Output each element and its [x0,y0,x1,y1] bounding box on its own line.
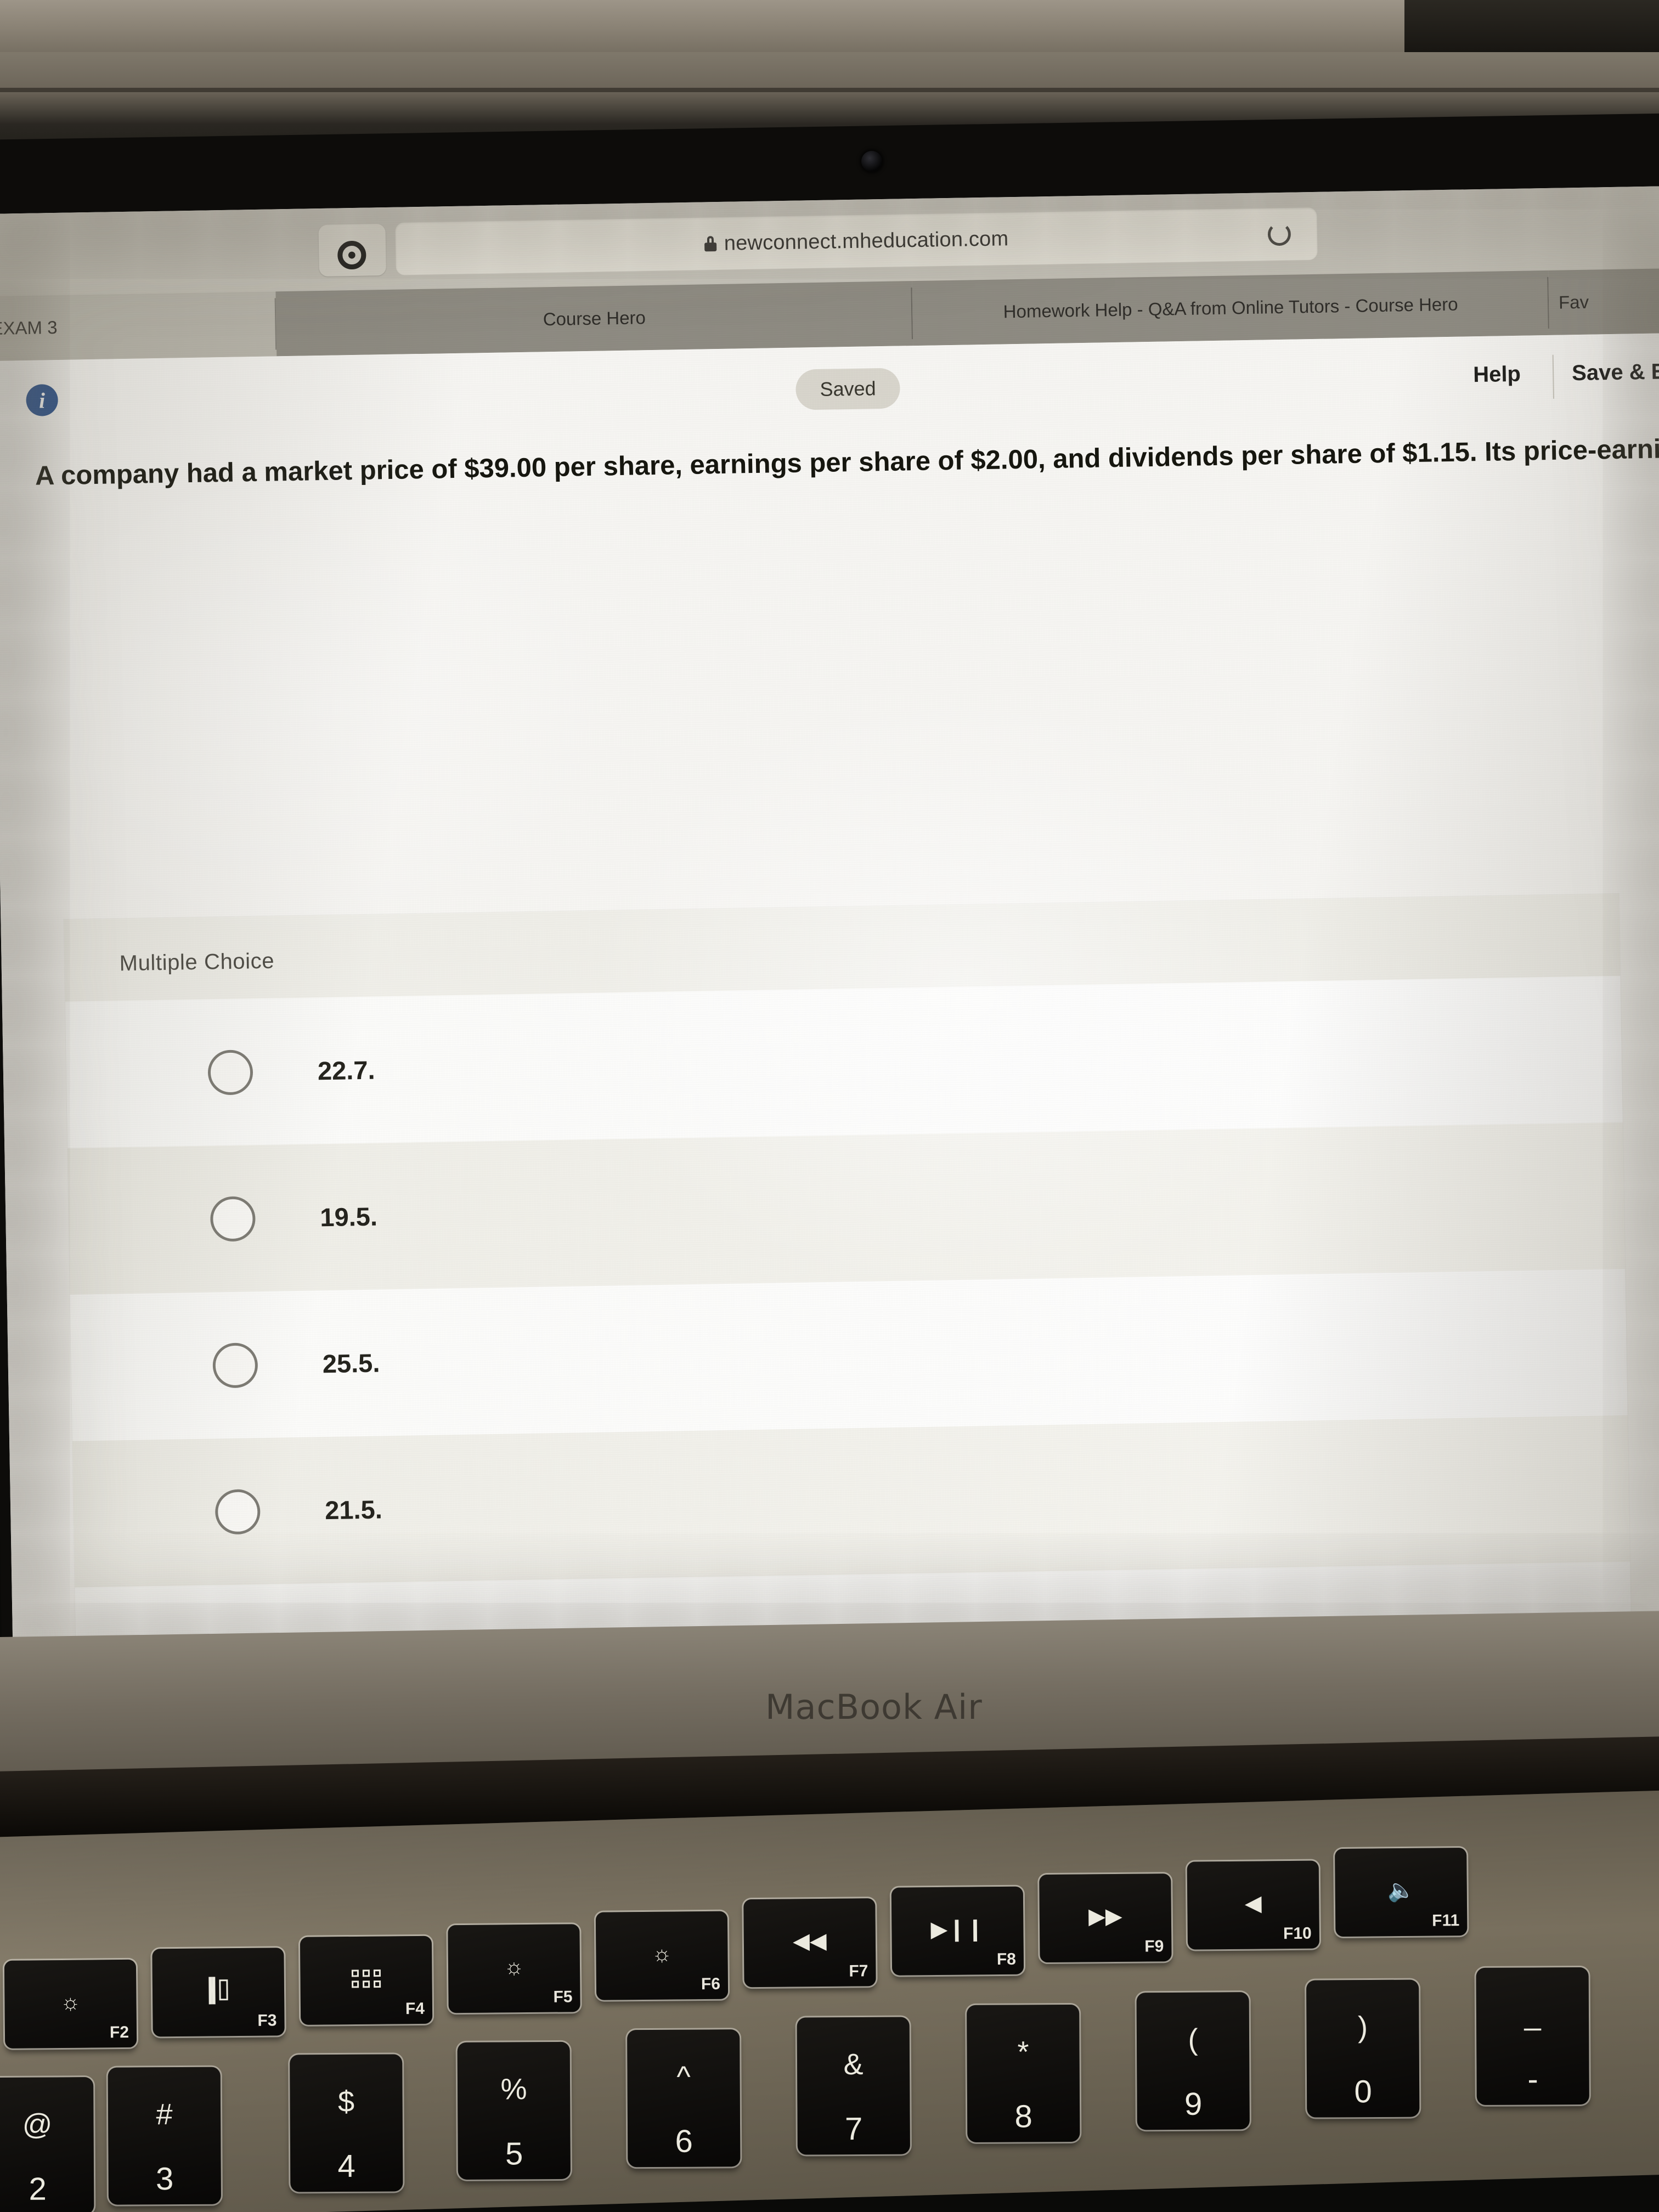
key-legend: F3 [257,2011,277,2030]
tab-label: Homework Help - Q&A from Online Tutors -… [1003,294,1458,322]
key-F5[interactable]: ☼ F5 [448,1924,580,2013]
key-F7[interactable]: ◀◀ F7 [743,1898,876,1988]
key-F10[interactable]: ◀ F10 [1187,1860,1320,1950]
mission-control-icon [208,1977,228,2005]
key-4[interactable]: $ 4 [290,2054,403,2192]
launchpad-icon [351,1969,381,1988]
keyboard-brightness-up-icon: ☼ [651,1942,672,1966]
key-shift-legend: ) [1357,2011,1368,2044]
options-list: 22.7. 19.5. 25.5. 21.5. [65,975,1633,1651]
answer-card: Multiple Choice 22.7. 19.5. 25.5. 21.5. [64,893,1634,1651]
photo-scene: newconnect.mheducation.com EXAM 3 Course… [0,0,1659,2212]
mute-icon: ◀ [1244,1891,1262,1916]
lid-seam [0,88,1659,92]
key-shift-legend: @ [22,2108,53,2141]
volume-down-icon: 🔈 [1387,1878,1415,1903]
key-shift-legend: _ [1524,1998,1541,2032]
header-divider [1552,354,1554,399]
option-row[interactable]: 21.5. [72,1415,1630,1588]
key-shift-legend: $ [337,2085,355,2118]
brightness-up-icon: ☼ [60,1990,81,2015]
radio-button[interactable] [215,1488,261,1534]
key-legend: 7 [844,2111,863,2147]
tab-label: Fav [1558,291,1589,313]
key-9[interactable]: ( 9 [1136,1992,1250,2130]
keyboard-brightness-down-icon: ☼ [504,1954,524,1979]
address-bar-url: newconnect.mheducation.com [724,227,1009,255]
option-label: 25.5. [322,1348,380,1379]
key-legend: 8 [1014,2098,1032,2135]
radio-button[interactable] [212,1342,258,1389]
tab-course-hero[interactable]: Course Hero [275,281,913,357]
option-row[interactable]: 19.5. [67,1122,1626,1295]
key-shift-legend: * [1017,2035,1029,2069]
key-legend: F5 [553,1988,573,2006]
lock-icon [704,236,716,251]
key-F2[interactable]: ☼ F2 [4,1959,137,2049]
key-shift-legend: ( [1188,2023,1198,2056]
key-legend: 3 [155,2161,174,2197]
key-shift-legend: # [156,2098,173,2131]
rewind-icon: ◀◀ [792,1928,827,1954]
tab-label: Course Hero [543,307,646,330]
key-5[interactable]: % 5 [457,2041,571,2180]
key-0[interactable]: ) 0 [1306,1979,1420,2118]
key-shift-legend: & [843,2047,864,2081]
info-icon[interactable]: i [26,383,59,416]
option-row[interactable]: 22.7. [65,975,1623,1148]
key-F8[interactable]: ▶❙❙ F8 [891,1886,1024,1976]
option-label: 21.5. [324,1494,383,1525]
tab-favorites[interactable]: Fav [1548,268,1659,335]
key-legend: F2 [109,2023,129,2042]
radio-button[interactable] [207,1049,253,1096]
key-legend: 9 [1184,2086,1203,2122]
key-6[interactable]: ^ 6 [627,2029,741,2168]
key-legend: 0 [1354,2074,1372,2110]
key-legend: - [1527,2061,1538,2097]
key-legend: F7 [849,1962,868,1980]
help-button[interactable]: Help [1473,362,1521,387]
key-legend: 5 [505,2136,523,2172]
tab-homework-help[interactable]: Homework Help - Q&A from Online Tutors -… [912,270,1550,346]
key-shift-legend: % [500,2073,527,2106]
key-7[interactable]: & 7 [797,2017,910,2155]
tab-label: EXAM 3 [0,317,58,338]
key-legend: F4 [405,1999,425,2018]
key-legend: 4 [337,2148,356,2184]
radio-button[interactable] [210,1195,256,1242]
laptop-screen: newconnect.mheducation.com EXAM 3 Course… [0,186,1659,1651]
key-F3[interactable]: F3 [152,1948,285,2037]
key-legend: F10 [1283,1924,1312,1943]
key-shift-legend: ^ [676,2060,691,2094]
key-2[interactable]: @ 2 [0,2077,94,2212]
question-text: A company had a market price of $39.00 p… [35,431,1659,491]
save-and-exit-button[interactable]: Save & E [1572,359,1659,386]
answer-type-label: Multiple Choice [119,949,275,976]
key-F11[interactable]: 🔈 F11 [1335,1848,1468,1937]
key-8[interactable]: * 8 [967,2004,1080,2142]
option-label: 22.7. [317,1055,375,1086]
key-legend: F6 [701,1974,721,1994]
key-F6[interactable]: ☼ F6 [595,1911,729,2000]
camera-icon [861,151,882,172]
status-badge: Saved [795,368,901,410]
macbook-air-wordmark: MacBook Air [765,1687,983,1727]
key-legend: F11 [1432,1911,1460,1930]
key-legend: 6 [675,2123,693,2159]
tab-exam-3[interactable]: EXAM 3 [0,291,277,361]
keyboard-deck: ☼ F2 F3 F4 ☼ F5 ☼ F6 ◀◀ F7 ▶❙❙ F8 ▶▶ F9 … [0,1789,1659,2212]
option-label: 19.5. [319,1201,378,1232]
key-F4[interactable]: F4 [300,1936,433,2025]
key-legend: 2 [29,2171,47,2207]
connect-page: 3 i Saved Help Save & E A company had a … [0,333,1659,1651]
key-minus[interactable]: _ - [1476,1967,1589,2105]
address-bar[interactable]: newconnect.mheducation.com [395,207,1318,275]
key-legend: F9 [1144,1937,1164,1956]
key-3[interactable]: # 3 [108,2067,221,2205]
play-pause-icon: ▶❙❙ [930,1917,985,1942]
option-row[interactable]: 25.5. [70,1268,1628,1441]
key-F9[interactable]: ▶▶ F9 [1039,1874,1172,1963]
key-legend: F8 [996,1950,1017,1969]
fast-forward-icon: ▶▶ [1088,1904,1122,1929]
